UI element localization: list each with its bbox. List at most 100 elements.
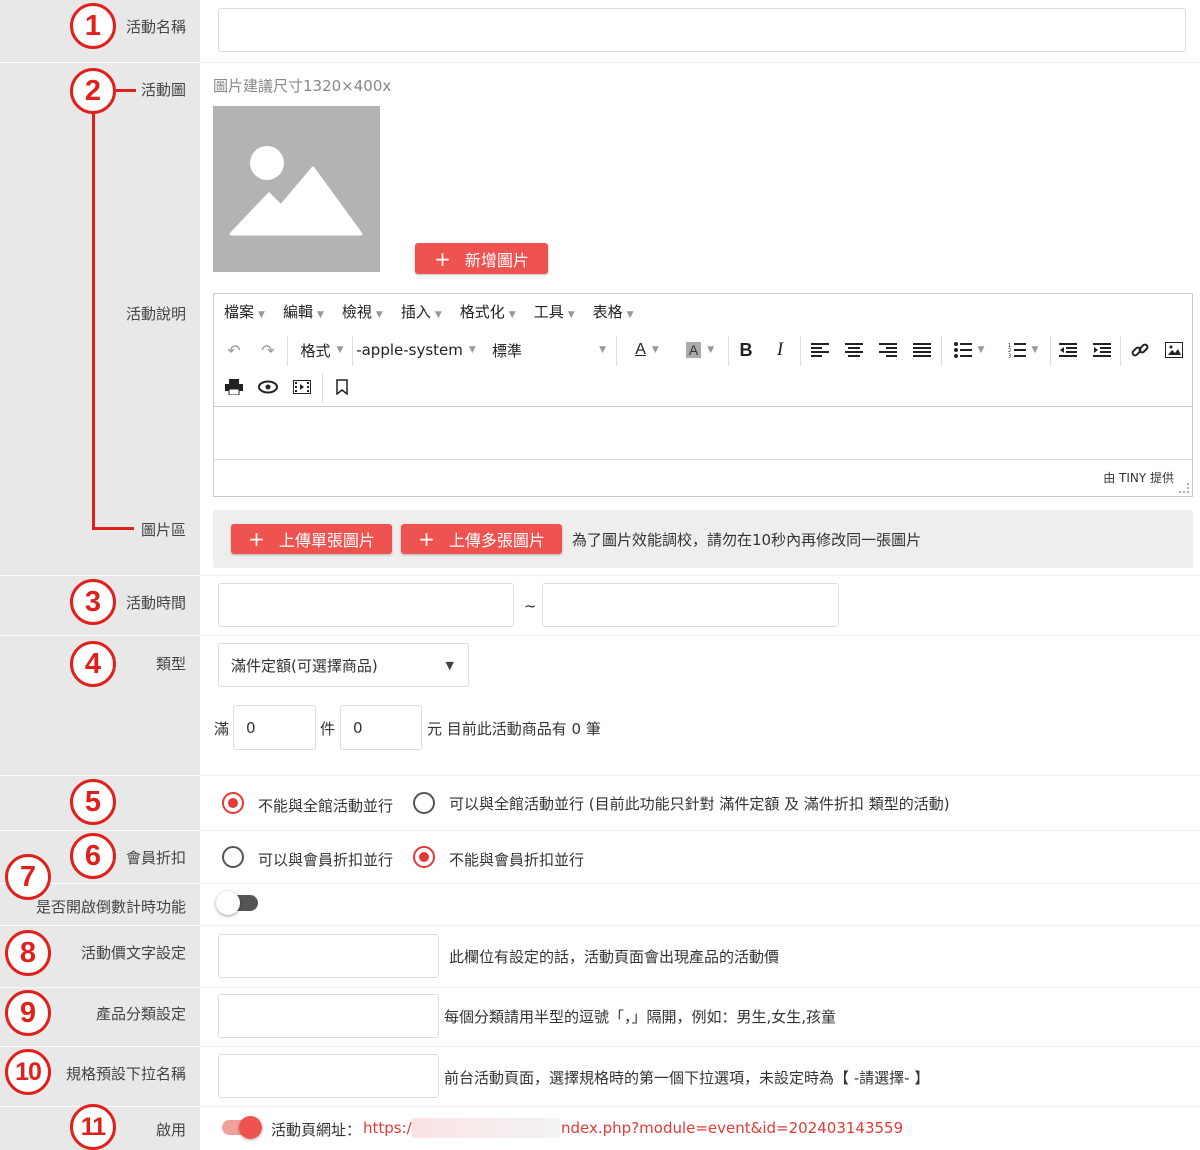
text-color-icon[interactable]: A ▼ <box>624 332 670 368</box>
product-category-hint: 每個分類請用半型的逗號「，」隔開，例如：男生,女生,孩童 <box>444 1008 837 1026</box>
format-dropdown-label: 格式 <box>300 341 331 360</box>
toolbar-divider <box>728 336 729 366</box>
event-url-link-end[interactable]: ndex.php?module=event&id=202403143559 <box>561 1119 903 1137</box>
insert-image-icon[interactable] <box>1160 332 1188 368</box>
upload-single-image-label: 上傳單張圖片 <box>278 531 375 550</box>
radio-member-discount-concurrent[interactable] <box>222 846 244 868</box>
toolbar-divider <box>287 336 288 366</box>
toolbar-divider <box>800 336 801 366</box>
price-text-hint: 此欄位有設定的話，活動頁面會出現產品的活動價 <box>449 948 780 966</box>
image-area-label: 圖片區 <box>140 521 186 539</box>
undo-icon[interactable]: ↶ <box>220 332 248 368</box>
menu-format-label: 格式化 <box>459 302 505 321</box>
marker-connector-line <box>92 527 134 530</box>
radio-concurrent-store[interactable] <box>413 792 435 814</box>
font-family-dropdown[interactable]: -apple-system ▼ <box>356 332 476 368</box>
menu-insert[interactable]: 插入 ▼ <box>401 301 442 322</box>
align-center-icon[interactable] <box>840 332 868 368</box>
event-name-input[interactable] <box>218 8 1186 52</box>
price-text-input[interactable] <box>218 934 439 978</box>
editor-menubar: 檔案 ▼ 編輯 ▼ 檢視 ▼ 插入 ▼ 格式化 ▼ 工具 ▼ 表格 ▼ <box>214 294 1192 328</box>
image-area-hint: 為了圖片效能調校，請勿在10秒內再修改同一張圖片 <box>572 531 922 549</box>
amount-input[interactable]: 0 <box>340 705 422 750</box>
start-date-input[interactable] <box>218 583 514 627</box>
product-category-input[interactable] <box>218 994 439 1038</box>
italic-icon[interactable]: I <box>766 332 794 368</box>
menu-edit-label: 編輯 <box>282 302 313 321</box>
item-count-input[interactable]: 0 <box>233 705 316 750</box>
step-marker-6: 6 <box>70 833 116 879</box>
marker-connector-line <box>92 114 95 530</box>
toolbar-divider <box>941 336 942 366</box>
menu-file[interactable]: 檔案 ▼ <box>224 301 265 322</box>
step-marker-4: 4 <box>70 641 116 687</box>
enable-toggle[interactable] <box>222 1116 262 1139</box>
print-icon[interactable] <box>220 369 248 405</box>
menu-tools-label: 工具 <box>533 302 564 321</box>
step-marker-2: 2 <box>70 68 116 114</box>
media-icon[interactable] <box>288 369 316 405</box>
radio-member-discount-concurrent-label: 可以與會員折扣並行 <box>258 851 394 869</box>
resize-handle-icon[interactable] <box>1179 483 1189 493</box>
price-text-label: 活動價文字設定 <box>80 944 186 962</box>
image-size-hint: 圖片建議尺寸1320×400x <box>213 77 392 95</box>
bookmark-icon[interactable] <box>328 369 356 405</box>
countdown-label: 是否開啟倒數計時功能 <box>35 898 186 916</box>
highlight-color-icon[interactable]: A ▼ <box>676 332 724 368</box>
step-marker-1: 1 <box>70 3 116 49</box>
menu-edit[interactable]: 編輯 ▼ <box>283 301 324 322</box>
event-time-label: 活動時間 <box>125 594 186 612</box>
toolbar-divider <box>1120 336 1121 366</box>
type-select[interactable]: 滿件定額(可選擇商品) ▼ <box>218 643 469 687</box>
redo-icon[interactable]: ↷ <box>254 332 282 368</box>
font-size-dropdown[interactable]: 標準 ▼ <box>484 332 614 368</box>
item-count-unit: 件 <box>320 720 336 738</box>
event-name-label: 活動名稱 <box>125 18 186 36</box>
menu-file-label: 檔案 <box>224 302 255 321</box>
marker-connector-line <box>116 89 136 92</box>
step-marker-9: 9 <box>5 990 51 1036</box>
product-category-label: 產品分類設定 <box>95 1005 186 1023</box>
svg-text:3: 3 <box>1008 354 1011 359</box>
menu-tools[interactable]: 工具 ▼ <box>534 301 575 322</box>
font-family-value: -apple-system <box>356 341 463 359</box>
upload-multi-image-button[interactable]: + 上傳多張圖片 <box>401 524 562 554</box>
add-image-button[interactable]: + 新增圖片 <box>415 243 548 274</box>
toolbar-divider <box>616 336 617 366</box>
image-placeholder-icon <box>213 106 380 272</box>
numbered-list-icon[interactable]: 1 2 3 ▼ <box>1000 332 1046 368</box>
align-right-icon[interactable] <box>874 332 902 368</box>
editor-content-area[interactable] <box>214 407 1192 459</box>
outdent-icon[interactable] <box>1054 332 1082 368</box>
countdown-toggle[interactable] <box>216 891 258 915</box>
align-justify-icon[interactable] <box>908 332 936 368</box>
end-date-input[interactable] <box>542 583 839 627</box>
statusbar-divider <box>214 459 1192 460</box>
upload-single-image-button[interactable]: + 上傳單張圖片 <box>231 524 392 554</box>
menu-view[interactable]: 檢視 ▼ <box>342 301 383 322</box>
upload-multi-image-label: 上傳多張圖片 <box>448 531 545 550</box>
redacted-url-segment <box>412 1118 560 1138</box>
row-divider <box>0 987 200 988</box>
link-icon[interactable] <box>1126 332 1154 368</box>
event-form-page: 1 活動名稱 2 活動圖 圖片建議尺寸1320×400x + 新增圖片 活動說明 … <box>0 0 1200 1150</box>
bold-icon[interactable]: B <box>732 332 760 368</box>
row-divider <box>0 575 200 576</box>
menu-table[interactable]: 表格 ▼ <box>593 301 634 322</box>
bullet-list-icon[interactable]: ▼ <box>946 332 992 368</box>
radio-member-discount-not-concurrent[interactable] <box>413 846 435 868</box>
editor-toolbar-row: ↶ ↷ 格式 ▼ -apple-system ▼ 標準 ▼ A ▼ A ▼ B I ▼ 1… <box>214 332 1192 368</box>
font-size-value: 標準 <box>492 341 523 360</box>
spec-dropdown-label: 規格預設下拉名稱 <box>65 1065 186 1083</box>
preview-eye-icon[interactable] <box>254 369 282 405</box>
menu-format[interactable]: 格式化 ▼ <box>460 301 516 322</box>
row-divider <box>0 925 200 926</box>
spec-dropdown-input[interactable] <box>218 1054 439 1098</box>
toolbar-divider <box>1050 336 1051 366</box>
event-url-link-start[interactable]: https:/ <box>363 1119 412 1137</box>
indent-icon[interactable] <box>1088 332 1116 368</box>
format-dropdown[interactable]: 格式 ▼ <box>292 332 352 368</box>
radio-not-concurrent-store[interactable] <box>222 792 244 814</box>
align-left-icon[interactable] <box>806 332 834 368</box>
step-marker-3: 3 <box>70 579 116 625</box>
